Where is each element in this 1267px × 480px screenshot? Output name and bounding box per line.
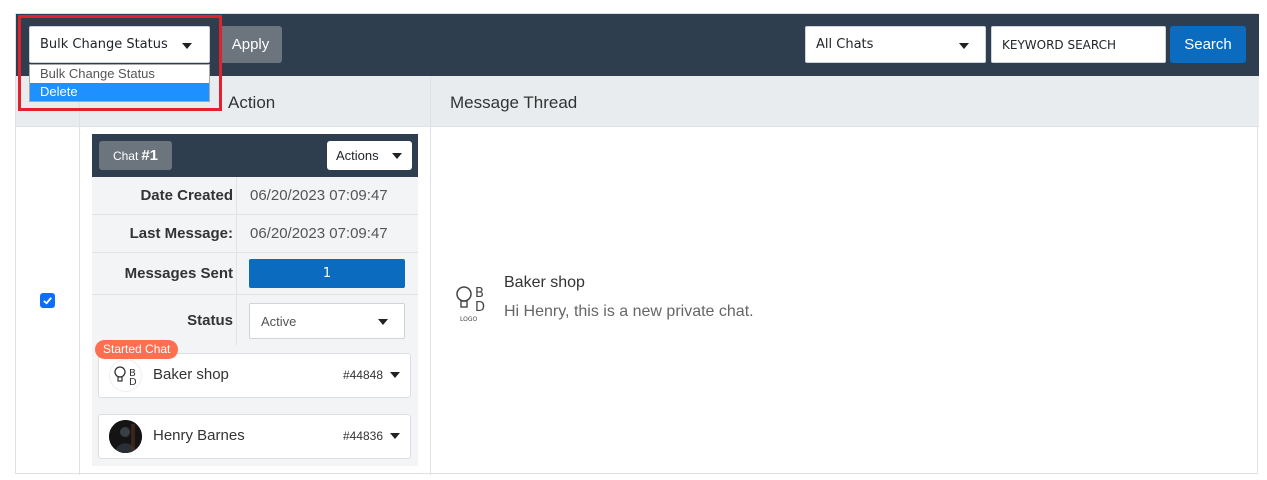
participant-item[interactable]: Henry Barnes #44836 — [98, 414, 411, 459]
search-button[interactable]: Search — [1170, 26, 1246, 63]
chat-filter-select[interactable]: All Chats — [805, 26, 986, 63]
date-created-row: Date Created 06/20/2023 07:09:47 — [92, 177, 418, 215]
row-select-checkbox[interactable] — [40, 293, 55, 308]
highlight-frame — [18, 15, 222, 111]
message-text: Hi Henry, this is a new private chat. — [504, 303, 754, 320]
chevron-down-icon — [378, 319, 388, 325]
participant-id: #44836 — [342, 429, 383, 443]
messages-sent-label: Messages Sent — [124, 265, 233, 282]
chat-manager-panel: Bulk Change Status Apply All Chats KEYWO… — [15, 13, 1259, 475]
keyword-search-input[interactable]: KEYWORD SEARCH — [991, 26, 1166, 63]
row-divider — [236, 177, 237, 214]
chat-label: Chat — [112, 148, 139, 163]
chat-card: Chat #1 Actions Date Created 06/20/2023 … — [92, 134, 418, 466]
chat-number: #1 — [141, 147, 159, 164]
chat-number-badge: Chat #1 — [99, 141, 172, 170]
row-divider — [236, 295, 237, 345]
svg-text:D: D — [129, 377, 137, 388]
last-message-value: 06/20/2023 07:09:47 — [250, 225, 388, 242]
started-chat-badge: Started Chat — [95, 340, 179, 359]
status-label: Status — [187, 312, 233, 329]
actions-label: Actions — [336, 148, 379, 163]
messages-sent-count: 1 — [249, 259, 405, 288]
last-message-row: Last Message: 06/20/2023 07:09:47 — [92, 215, 418, 253]
status-select[interactable]: Active — [249, 303, 405, 339]
participant-name: Henry Barnes — [153, 427, 245, 444]
action-column-header: Action — [228, 93, 276, 112]
svg-text:LOGO: LOGO — [460, 316, 478, 323]
status-row: Status Active — [92, 295, 418, 345]
date-created-value: 06/20/2023 07:09:47 — [250, 187, 388, 204]
svg-text:B: B — [475, 286, 484, 301]
messages-sent-row: Messages Sent 1 — [92, 253, 418, 295]
check-icon — [43, 297, 52, 305]
apply-button[interactable]: Apply — [219, 26, 282, 63]
chevron-down-icon — [392, 153, 402, 159]
thread-column-header: Message Thread — [450, 93, 578, 112]
bd-logo-icon: B D LOGO — [452, 280, 492, 330]
chevron-down-icon — [959, 43, 969, 49]
participant-item[interactable]: B D Baker shop #44848 — [98, 353, 411, 398]
message-sender: Baker shop — [504, 274, 585, 291]
participant-id: #44848 — [342, 368, 383, 382]
participant-name: Baker shop — [153, 366, 229, 383]
chevron-down-icon — [390, 372, 400, 378]
date-created-label: Date Created — [140, 187, 233, 204]
column-divider — [79, 76, 80, 475]
status-value: Active — [261, 313, 297, 329]
chat-card-header: Chat #1 Actions — [92, 134, 418, 177]
actions-dropdown-button[interactable]: Actions — [327, 141, 412, 170]
avatar — [109, 420, 142, 453]
chat-filter-value: All Chats — [816, 37, 874, 52]
last-message-label: Last Message: — [129, 225, 233, 242]
column-divider — [430, 76, 431, 475]
row-divider — [236, 253, 237, 294]
bd-logo-icon: B D — [109, 359, 142, 392]
row-divider — [236, 215, 237, 252]
svg-text:D: D — [475, 300, 485, 315]
chevron-down-icon — [390, 433, 400, 439]
